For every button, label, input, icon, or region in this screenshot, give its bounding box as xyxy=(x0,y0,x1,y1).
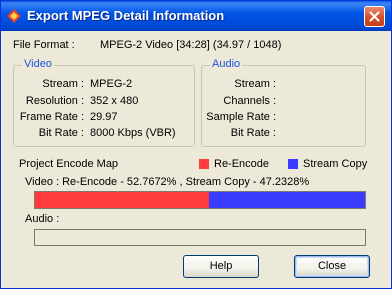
video-resolution-value: 352 x 480 xyxy=(90,95,139,107)
close-button[interactable]: Close xyxy=(294,255,370,278)
audio-stream-label: Stream : xyxy=(234,78,276,90)
reencode-segment xyxy=(35,192,210,208)
file-format-value: MPEG-2 Video [34:28] (34.97 / 1048) xyxy=(100,39,282,51)
audio-samplerate-label: Sample Rate : xyxy=(206,111,276,123)
window-title: Export MPEG Detail Information xyxy=(27,8,225,23)
video-bitrate-value: 8000 Kbps (VBR) xyxy=(90,127,176,139)
reencode-legend-label: Re-Encode xyxy=(214,158,270,170)
encode-map-title: Project Encode Map xyxy=(19,158,119,170)
window-close-button[interactable] xyxy=(364,6,385,27)
video-encode-bar xyxy=(34,191,366,209)
export-mpeg-dialog: Export MPEG Detail Information File Form… xyxy=(0,0,392,289)
video-framerate-value: 29.97 xyxy=(90,111,118,123)
streamcopy-swatch xyxy=(288,159,298,169)
video-stream-label: Stream : xyxy=(42,78,84,90)
file-format-label: File Format : xyxy=(13,39,75,51)
video-bitrate-label: Bit Rate : xyxy=(38,127,84,139)
video-stream-value: MPEG-2 xyxy=(90,78,133,90)
audio-bitrate-label: Bit Rate : xyxy=(230,127,276,139)
title-bar[interactable]: Export MPEG Detail Information xyxy=(1,1,391,31)
streamcopy-legend-label: Stream Copy xyxy=(303,158,368,170)
close-icon xyxy=(369,11,380,22)
video-framerate-label: Frame Rate : xyxy=(19,111,84,123)
audio-encode-bar xyxy=(34,229,366,246)
audio-channels-label: Channels : xyxy=(223,95,276,107)
reencode-swatch xyxy=(199,159,209,169)
streamcopy-segment xyxy=(209,192,365,208)
audio-encode-label: Audio : xyxy=(25,213,60,225)
help-button[interactable]: Help xyxy=(183,255,259,278)
video-legend: Video xyxy=(22,58,54,70)
app-icon xyxy=(7,9,21,23)
video-encode-summary: Video : Re-Encode - 52.7672% , Stream Co… xyxy=(25,176,310,188)
audio-legend: Audio xyxy=(210,58,243,70)
video-resolution-label: Resolution : xyxy=(25,95,84,107)
